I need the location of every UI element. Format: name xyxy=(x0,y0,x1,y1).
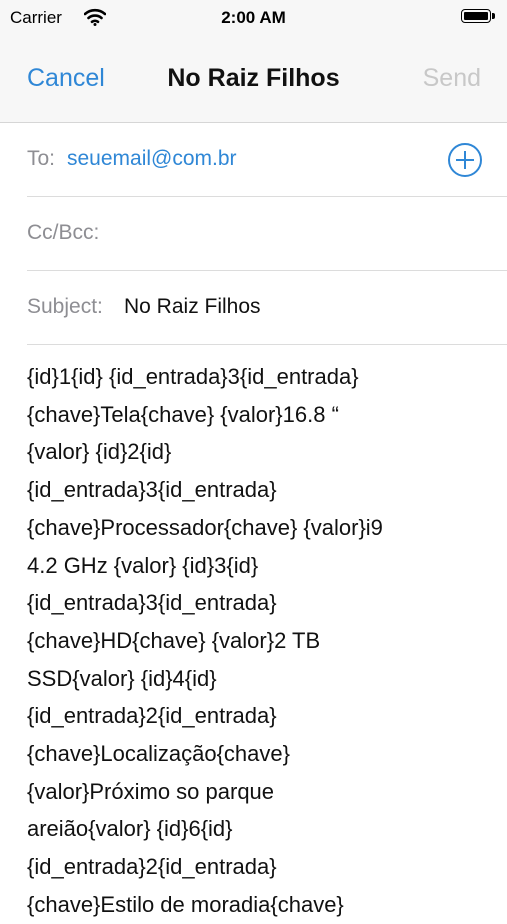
body-line: {chave}Estilo de moradia{chave} xyxy=(27,891,344,917)
add-contact-icon[interactable] xyxy=(447,142,483,178)
status-bar: Carrier 2:00 AM xyxy=(0,0,507,36)
to-field-row[interactable]: To: seuemail@com.br xyxy=(0,123,507,197)
subject-label: Subject: xyxy=(27,295,103,318)
body-line: {id_entrada}2{id_entrada} xyxy=(27,703,277,729)
body-line: areião{valor} {id}6{id} xyxy=(27,816,233,842)
subject-input[interactable]: No Raiz Filhos xyxy=(124,295,261,319)
body-line: {valor}Próximo so parque xyxy=(27,778,275,804)
to-recipient[interactable]: seuemail@com.br xyxy=(67,147,237,171)
subject-field-row[interactable]: Subject: No Raiz Filhos xyxy=(0,271,507,345)
body-line: {chave}Tela{chave} {valor}16.8 “ xyxy=(27,401,339,427)
body-line: {chave}Processador{chave} {valor}i9 xyxy=(27,514,383,540)
to-label: To: xyxy=(27,147,56,170)
ccbcc-field-row[interactable]: Cc/Bcc: xyxy=(0,197,507,271)
body-line: 4.2 GHz {valor} {id}3{id} xyxy=(27,552,259,578)
body-line: SSD{valor} {id}4{id} xyxy=(27,665,217,691)
battery-icon xyxy=(461,9,495,25)
body-line: {chave}HD{chave} {valor}2 TB xyxy=(27,627,321,653)
body-line: {valor} {id}2{id} xyxy=(27,439,172,465)
send-button[interactable]: Send xyxy=(423,64,481,93)
body-line: {id_entrada}3{id_entrada} xyxy=(27,590,277,616)
body-line: {id_entrada}2{id_entrada} xyxy=(27,854,277,880)
body-line: {id}1{id} {id_entrada}3{id_entrada} xyxy=(27,364,359,389)
message-body[interactable]: {id}1{id} {id_entrada}3{id_entrada} {cha… xyxy=(27,358,492,924)
navigation-bar: Cancel No Raiz Filhos Send xyxy=(0,36,507,123)
body-line: {id_entrada}3{id_entrada} xyxy=(27,477,277,503)
divider xyxy=(27,344,507,345)
ccbcc-label: Cc/Bcc: xyxy=(27,221,100,244)
body-line: {chave}Localização{chave} xyxy=(27,741,290,767)
clock: 2:00 AM xyxy=(221,8,286,27)
